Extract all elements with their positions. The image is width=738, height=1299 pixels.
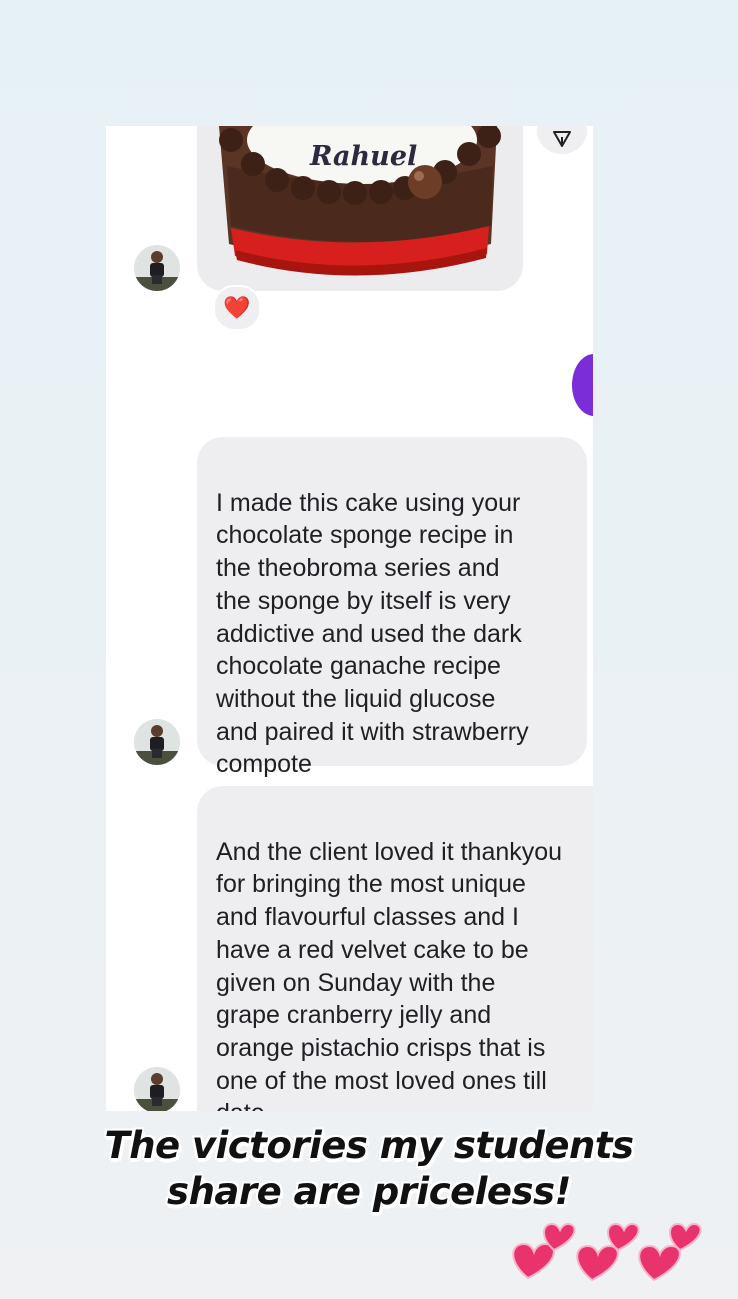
avatar-photo xyxy=(134,245,180,291)
avatar[interactable] xyxy=(134,1067,180,1111)
share-icon xyxy=(553,131,571,147)
sent-message-edge xyxy=(572,354,593,416)
message-bubble[interactable]: I made this cake using your chocolate sp… xyxy=(197,437,587,778)
caption-line-1: The victories my students xyxy=(104,1124,634,1167)
cake-illustration: Rahuel xyxy=(197,126,523,291)
message-text: And the client loved it thankyou for bri… xyxy=(216,837,563,1111)
avatar-photo xyxy=(134,719,180,765)
message-bubble[interactable]: And the client loved it thankyou for bri… xyxy=(197,786,593,1111)
avatar[interactable] xyxy=(134,719,180,765)
cake-topper-text: Rahuel xyxy=(309,141,417,172)
avatar[interactable] xyxy=(134,245,180,291)
message-text: I made this cake using your chocolate sp… xyxy=(216,488,529,779)
caption-line-2: share are priceless! xyxy=(167,1170,571,1213)
share-button[interactable] xyxy=(537,126,587,154)
avatar-photo xyxy=(134,1067,180,1111)
reaction-badge[interactable]: ❤️ xyxy=(213,285,261,331)
cake-photo[interactable]: Rahuel xyxy=(197,126,523,291)
chat-thread: Rahuel ❤️ I made this cake using your ch… xyxy=(106,126,593,1111)
heart-icon: ❤️ xyxy=(223,295,251,321)
two-hearts-icon xyxy=(512,1222,702,1282)
